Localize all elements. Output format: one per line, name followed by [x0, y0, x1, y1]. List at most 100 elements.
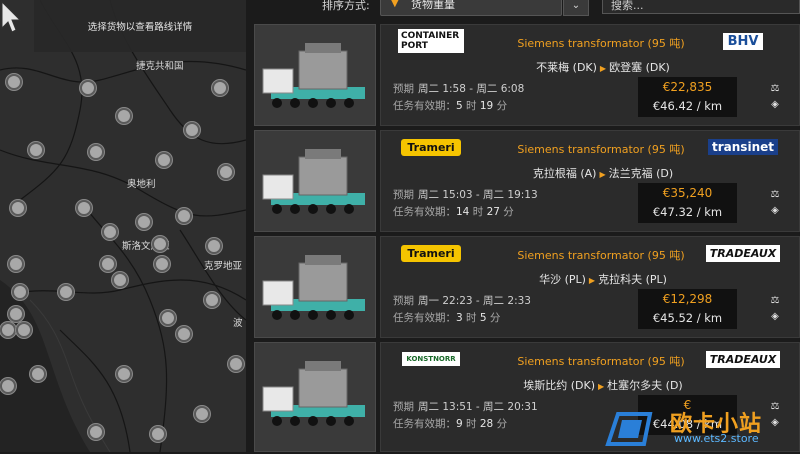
chevron-down-icon: ⌄ [571, 0, 581, 11]
schedule: 预期 周二 15:03 - 周二 19:13 [393, 189, 538, 201]
job-card[interactable]: Trameri Siemens transformator (95 吨) tra… [254, 130, 800, 232]
sort-dropdown[interactable]: ▼ 货物重量 [380, 0, 562, 16]
route-from: 不莱梅 (DK) [536, 61, 597, 74]
cargo-thumbnail [254, 342, 376, 452]
job-card[interactable]: Trameri Siemens transformator (95 吨) TRA… [254, 236, 800, 338]
hazard-icon: ◈ [771, 205, 779, 216]
city-marker[interactable] [0, 378, 16, 394]
city-marker[interactable] [76, 200, 92, 216]
city-marker[interactable] [80, 80, 96, 96]
city-marker[interactable] [8, 256, 24, 272]
city-marker[interactable] [58, 284, 74, 300]
route-to: 克拉科夫 (PL) [598, 273, 667, 286]
city-marker[interactable] [88, 424, 104, 440]
cargo-name: Siemens transformator (95 吨) [517, 37, 685, 50]
schedule: 预期 周一 22:23 - 周二 2:33 [393, 295, 531, 307]
arrow-right-icon: ▶ [599, 170, 606, 179]
truck-logo-icon [605, 412, 653, 446]
city-marker[interactable] [30, 366, 46, 382]
validity: 任务有效期：3 时 5 分 [393, 312, 501, 324]
source-company-logo: Trameri [398, 135, 464, 159]
dest-company-logo: transinet [708, 135, 778, 159]
city-marker[interactable] [10, 200, 26, 216]
arrow-right-icon: ▶ [598, 382, 605, 391]
city-marker[interactable] [176, 208, 192, 224]
city-marker[interactable] [206, 238, 222, 254]
transformer-trailer-icon [262, 43, 365, 108]
city-marker[interactable] [156, 152, 172, 168]
city-marker[interactable] [28, 142, 44, 158]
city-marker[interactable] [218, 164, 234, 180]
payment-box: €12,298 €45.52 / km [638, 289, 737, 329]
city-marker[interactable] [194, 406, 210, 422]
sort-toolbar: 排序方式: ▼ 货物重量 ⌄ [252, 0, 800, 18]
city-marker[interactable] [8, 306, 24, 322]
city-marker[interactable] [136, 214, 152, 230]
job-info: Trameri Siemens transformator (95 吨) tra… [380, 130, 800, 232]
watermark-url: www.ets2.store [674, 432, 759, 445]
city-marker[interactable] [212, 80, 228, 96]
map-label-austria: 奥地利 [127, 179, 156, 190]
payment-total: €35,240 [662, 186, 713, 200]
city-marker[interactable] [6, 74, 22, 90]
route: 克拉根福 (A) ▶ 法兰克福 (D) [493, 165, 713, 181]
city-marker[interactable] [150, 426, 166, 442]
source-company-logo: KONSTNORR [398, 347, 464, 371]
city-marker[interactable] [116, 108, 132, 124]
cargo-name: Siemens transformator (95 吨) [517, 249, 685, 262]
sort-label: 排序方式: [322, 0, 370, 12]
job-card[interactable]: CONTAINER PORT Siemens transformator (95… [254, 24, 800, 126]
validity: 任务有效期：5 时 19 分 [393, 100, 508, 112]
source-company-logo: Trameri [398, 241, 464, 265]
mouse-cursor-icon [1, 0, 22, 33]
dest-company-logo: BHV [709, 29, 777, 53]
route: 华沙 (PL) ▶ 克拉科夫 (PL) [493, 271, 713, 287]
city-marker[interactable] [100, 256, 116, 272]
hazard-icon: ◈ [771, 99, 779, 110]
route-from: 埃斯比约 (DK) [523, 379, 596, 392]
validity: 任务有效期：14 时 27 分 [393, 206, 514, 218]
chevron-down-icon: ▼ [391, 0, 399, 9]
cargo-thumbnail [254, 130, 376, 232]
city-marker[interactable] [184, 122, 200, 138]
city-marker[interactable] [154, 256, 170, 272]
city-marker[interactable] [176, 326, 192, 342]
job-flags: ⚖ ◈ [765, 293, 785, 325]
city-marker[interactable] [12, 284, 28, 300]
route-to: 法兰克福 (D) [608, 167, 674, 180]
route-to: 欧登塞 (DK) [609, 61, 670, 74]
payment-per-km: €46.42 / km [652, 99, 723, 113]
job-flags: ⚖ ◈ [765, 187, 785, 219]
hazard-icon: ◈ [771, 311, 779, 322]
dest-company-logo: TRADEAUX [705, 241, 781, 265]
sort-value: 货物重量 [411, 0, 455, 11]
weight-icon: ⚖ [770, 189, 780, 200]
transformer-trailer-icon [262, 361, 365, 426]
dest-company-logo: TRADEAUX [705, 347, 781, 371]
city-marker[interactable] [112, 272, 128, 288]
city-marker[interactable] [0, 322, 16, 338]
city-marker[interactable] [204, 292, 220, 308]
payment-total: €12,298 [662, 292, 713, 306]
job-info: CONTAINER PORT Siemens transformator (95… [380, 24, 800, 126]
schedule: 预期 周二 1:58 - 周二 6:08 [393, 83, 525, 95]
transformer-trailer-icon [262, 149, 365, 214]
city-marker[interactable] [16, 322, 32, 338]
route: 埃斯比约 (DK) ▶ 杜塞尔多夫 (D) [493, 377, 713, 393]
city-marker[interactable] [88, 144, 104, 160]
city-marker[interactable] [228, 356, 244, 372]
city-marker[interactable] [152, 236, 168, 252]
sort-order-button[interactable]: ⌄ [563, 0, 589, 16]
city-marker[interactable] [160, 310, 176, 326]
city-marker[interactable] [102, 224, 118, 240]
payment-total: €22,835 [662, 80, 713, 94]
city-marker[interactable] [116, 366, 132, 382]
validity: 任务有效期：9 时 28 分 [393, 418, 508, 430]
search-input[interactable] [602, 0, 800, 14]
route-map[interactable]: 选择货物以查看路线详情 捷克共和国 奥地利 斯洛文尼亚 克罗地亚 波 [0, 0, 246, 452]
job-flags: ⚖ ◈ [765, 81, 785, 113]
map-label-croatia: 克罗地亚 [204, 261, 243, 272]
map-borders [0, 0, 246, 452]
arrow-right-icon: ▶ [588, 276, 596, 285]
arrow-right-icon: ▶ [599, 64, 607, 73]
